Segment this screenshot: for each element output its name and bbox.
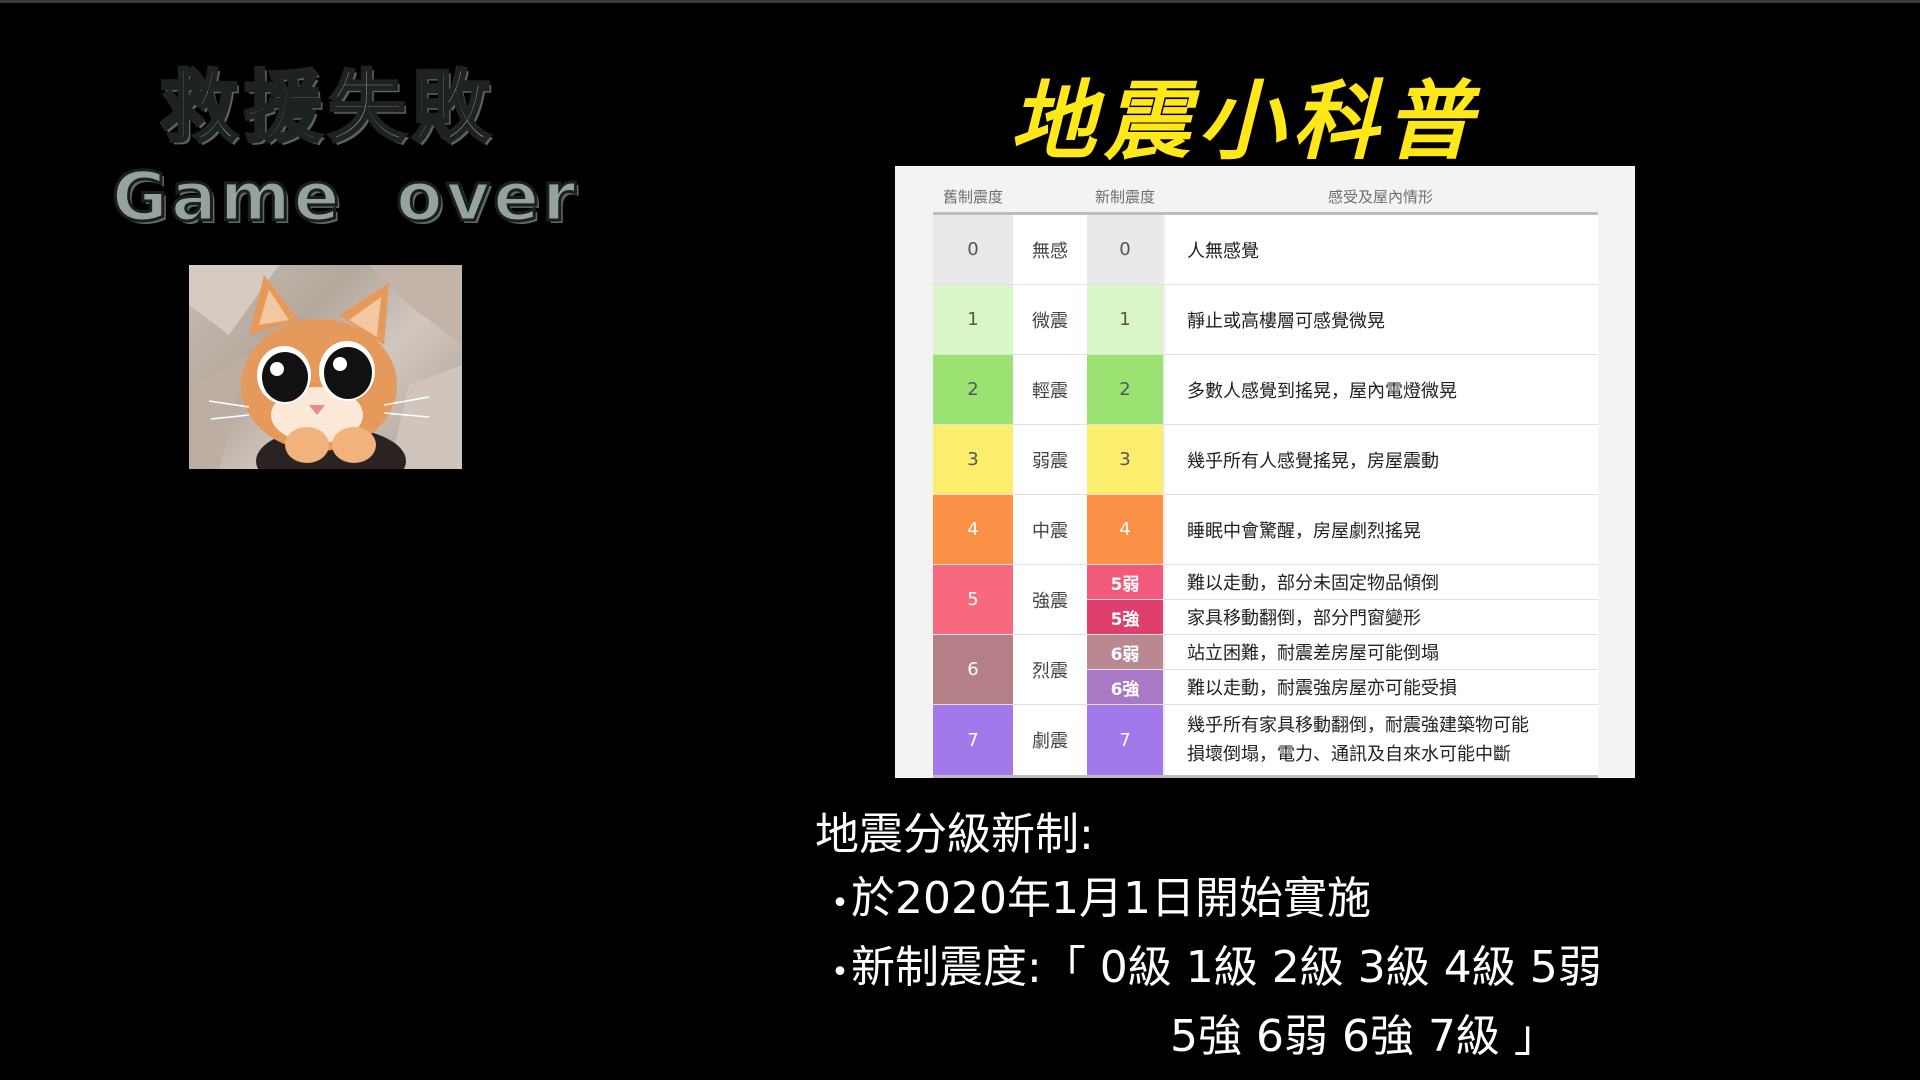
sub-levels: 6弱 站立困難，耐震差房屋可能倒塌 6強 難以走動，耐震強房屋亦可能受損 — [1087, 635, 1598, 704]
sub-level-line: 6強 難以走動，耐震強房屋亦可能受損 — [1087, 669, 1598, 704]
sub-level-line: 6弱 站立困難，耐震差房屋可能倒塌 — [1087, 635, 1598, 669]
new-level-cell: 3 — [1087, 425, 1163, 494]
new-level-cell: 0 — [1087, 215, 1163, 284]
description-line-2: 損壞倒塌，電力、通訊及自來水可能中斷 — [1187, 744, 1511, 765]
sublevel-description-cell: 難以走動，部分未固定物品傾倒 — [1163, 565, 1598, 599]
old-level-cell: 2 — [933, 355, 1013, 424]
description-cell: 幾乎所有人感覺搖晃，房屋震動 — [1163, 425, 1598, 494]
old-level-cell: 4 — [933, 495, 1013, 564]
old-level-cell: 7 — [933, 705, 1013, 775]
earthquake-intensity-table-panel: 舊制震度 新制震度 感受及屋內情形 0 無感 0 人無感覺 1 微震 1 靜止或高樓層可感覺微… — [895, 166, 1635, 778]
table-row-3: 3 弱震 3 幾乎所有人感覺搖晃，房屋震動 — [933, 425, 1598, 495]
sub-levels: 5弱 難以走動，部分未固定物品傾倒 5強 家具移動翻倒，部分門窗變形 — [1087, 565, 1598, 634]
header-new-scale: 新制震度 — [1094, 187, 1155, 206]
description-cell: 人無感覺 — [1163, 215, 1598, 284]
level-name-cell: 無感 — [1032, 240, 1068, 262]
new-level-cell: 1 — [1087, 285, 1163, 354]
level-name-cell: 弱震 — [1032, 450, 1068, 472]
sublevel-description-cell: 難以走動，耐震強房屋亦可能受損 — [1163, 670, 1598, 704]
table-row-0: 0 無感 0 人無感覺 — [933, 215, 1598, 285]
level-name-cell: 微震 — [1032, 310, 1068, 332]
old-level-cell: 5 — [933, 565, 1013, 634]
info-bullet-2: •新制震度:「 0級 1級 2級 3級 4級 5弱 — [815, 936, 1602, 1005]
new-level-cell: 4 — [1087, 495, 1163, 564]
sad-cat-image — [189, 265, 462, 469]
table-row-4: 4 中震 4 睡眠中會驚醒，房屋劇烈搖晃 — [933, 495, 1598, 565]
level-name-cell: 輕震 — [1032, 380, 1068, 402]
info-bullet-1: •於2020年1月1日開始實施 — [815, 867, 1602, 936]
earthquake-science-title: 地震小科普 — [1010, 72, 1480, 172]
info-heading: 地震分級新制: — [815, 809, 1094, 860]
table-row-2: 2 輕震 2 多數人感覺到搖晃，屋內電燈微晃 — [933, 355, 1598, 425]
sub-level-line: 5強 家具移動翻倒，部分門窗變形 — [1087, 599, 1598, 634]
earthquake-intensity-table: 舊制震度 新制震度 感受及屋內情形 0 無感 0 人無感覺 1 微震 1 靜止或高樓層可感覺微… — [933, 180, 1598, 778]
description-cell: 幾乎所有家具移動翻倒，耐震強建築物可能 損壞倒塌，電力、通訊及自來水可能中斷 — [1163, 705, 1598, 775]
info-line-3: 5強 6弱 6強 7級 」 — [1170, 1011, 1558, 1062]
old-level-cell: 3 — [933, 425, 1013, 494]
level-name-cell: 中震 — [1032, 520, 1068, 542]
game-over-text: Game over — [111, 157, 579, 239]
new-scale-info: 地震分級新制: •於2020年1月1日開始實施 •新制震度:「 0級 1級 2級… — [815, 803, 1602, 1069]
rescue-failed-title: 救援失敗 — [158, 62, 497, 155]
sublevel-description-cell: 家具移動翻倒，部分門窗變形 — [1163, 600, 1598, 634]
bullet-dot: • — [831, 886, 849, 921]
table-row-7: 7 劇震 7 幾乎所有家具移動翻倒，耐震強建築物可能 損壞倒塌，電力、通訊及自來… — [933, 705, 1598, 778]
new-sublevel-cell: 5強 — [1087, 600, 1163, 634]
simple-rows: 0 無感 0 人無感覺 1 微震 1 靜止或高樓層可感覺微晃 2 輕震 2 多數人感覺到搖晃，屋內電燈… — [933, 215, 1598, 565]
bullet-dot: • — [831, 955, 849, 990]
new-level-cell: 2 — [1087, 355, 1163, 424]
game-over-screen: 救援失敗 Game over 地震小科普 舊制震度 新制震度 感受及屋內情形 0… — [0, 0, 1920, 1080]
description-cell: 多數人感覺到搖晃，屋內電燈微晃 — [1163, 355, 1598, 424]
table-row-5: 5 強震 5弱 難以走動，部分未固定物品傾倒 5強 家具移動翻倒，部分門窗變形 — [933, 565, 1598, 635]
description-line-1: 幾乎所有家具移動翻倒，耐震強建築物可能 — [1187, 715, 1529, 736]
description-cell: 睡眠中會驚醒，房屋劇烈搖晃 — [1163, 495, 1598, 564]
old-level-cell: 1 — [933, 285, 1013, 354]
table-header: 舊制震度 新制震度 感受及屋內情形 — [933, 180, 1598, 215]
info-line-1: 於2020年1月1日開始實施 — [851, 873, 1371, 924]
description-cell: 靜止或高樓層可感覺微晃 — [1163, 285, 1598, 354]
header-description: 感受及屋內情形 — [1327, 187, 1433, 206]
new-sublevel-cell: 5弱 — [1087, 565, 1163, 599]
level-name-cell: 強震 — [1032, 590, 1068, 612]
old-level-cell: 0 — [933, 215, 1013, 284]
new-sublevel-cell: 6弱 — [1087, 635, 1163, 669]
sad-cat-illustration — [189, 265, 462, 469]
table-row-6: 6 烈震 6弱 站立困難，耐震差房屋可能倒塌 6強 難以走動，耐震強房屋亦可能受損 — [933, 635, 1598, 705]
new-level-cell: 7 — [1087, 705, 1163, 775]
level-name-cell: 烈震 — [1032, 660, 1068, 682]
split-rows: 5 強震 5弱 難以走動，部分未固定物品傾倒 5強 家具移動翻倒，部分門窗變形 6 烈震 6弱站… — [933, 565, 1598, 705]
table-row-1: 1 微震 1 靜止或高樓層可感覺微晃 — [933, 285, 1598, 355]
header-old-scale: 舊制震度 — [942, 187, 1003, 206]
sub-level-line: 5弱 難以走動，部分未固定物品傾倒 — [1087, 565, 1598, 599]
level-name-cell: 劇震 — [1032, 731, 1068, 752]
sublevel-description-cell: 站立困難，耐震差房屋可能倒塌 — [1163, 635, 1598, 669]
old-level-cell: 6 — [933, 635, 1013, 704]
new-sublevel-cell: 6強 — [1087, 670, 1163, 704]
info-line-2: 新制震度:「 0級 1級 2級 3級 4級 5弱 — [851, 942, 1602, 993]
